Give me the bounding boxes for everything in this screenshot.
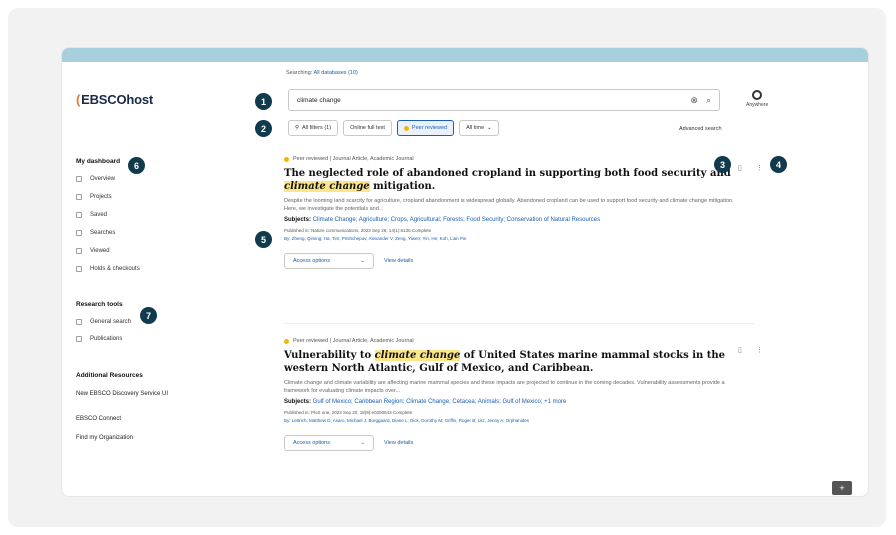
holds-icon [76,266,82,272]
result-divider [284,323,754,324]
sidebar-item-saved[interactable]: Saved [76,212,107,218]
search-icon [76,319,82,325]
resource-link-find-organization[interactable]: Find my Organization [76,434,176,442]
callout-badge: 4 [770,156,787,173]
searches-icon [76,230,82,236]
filter-icon: ⚲ [295,125,300,131]
callout-badge: 1 [255,93,272,110]
scroll-top-button[interactable]: + [832,481,852,495]
chevron-down-icon: ⌄ [360,258,365,264]
search-input[interactable]: climate change ⊗ ⌕ [288,89,720,111]
dashboard-title: My dashboard [76,158,121,165]
result-title[interactable]: The neglected role of abandoned cropland… [284,167,744,193]
research-tools-title: Research tools [76,301,123,308]
top-bar [62,48,868,62]
peer-reviewed-chip[interactable]: Peer reviewed [396,120,455,136]
sidebar-item-overview[interactable]: Overview [76,176,115,182]
result-abstract: Despite the looming land scarcity for ag… [284,198,734,212]
sidebar-item-publications[interactable]: Publications [76,336,122,342]
access-options-dropdown[interactable]: Access options ⌄ [284,253,374,269]
projects-icon [76,194,82,200]
advanced-search-link[interactable]: Advanced search [679,126,722,132]
sidebar-item-viewed[interactable]: Viewed [76,248,110,254]
result-authors[interactable]: By: Lettrich, Matthew D; Asaro, Michael … [284,418,744,423]
chevron-down-icon: ⌄ [360,440,365,446]
searching-scope: Searching: All databases (10) [286,70,358,76]
app-window: (EBSCOhost My dashboard Overview Project… [62,48,868,496]
more-options-icon[interactable]: ⋮ [756,164,763,172]
clear-icon[interactable]: ⊗ [690,95,698,106]
filter-bar: ⚲ All filters (1) Online full text Peer r… [288,120,499,136]
result-published: Published in: PloS one, 2023 Sep 20; 18(… [284,410,413,415]
result-title[interactable]: Vulnerability to climate change of Unite… [284,349,744,375]
viewed-icon [76,248,82,254]
view-details-link[interactable]: View details [384,440,413,446]
peer-reviewed-icon [284,338,289,344]
result-item: Peer reviewed | Journal Article, Academi… [284,156,744,269]
all-time-dropdown[interactable]: All time ⌄ [459,120,499,136]
callout-badge: 7 [140,307,157,324]
result-published: Published in: Nature communications, 202… [284,228,432,233]
peer-reviewed-icon [403,125,409,131]
database-scope-link[interactable]: All databases (10) [314,70,358,76]
all-filters-button[interactable]: ⚲ All filters (1) [288,120,339,136]
resource-link-ebsco-connect[interactable]: EBSCO Connect [76,415,176,423]
search-icon[interactable]: ⌕ [706,95,711,106]
callout-badge: 2 [255,120,272,137]
chevron-down-icon: ⌄ [487,125,492,131]
result-subjects: Subjects: Climate Change; Agriculture; C… [284,217,601,223]
overview-icon [76,176,82,182]
publications-icon [76,336,82,342]
sidebar-item-general-search[interactable]: General search [76,319,131,325]
callout-badge: 6 [128,157,145,174]
sidebar-item-searches[interactable]: Searches [76,230,115,236]
access-options-dropdown[interactable]: Access options ⌄ [284,435,374,451]
result-meta: Peer reviewed | Journal Article, Academi… [284,156,744,162]
ebscohost-logo[interactable]: (EBSCOhost [76,92,153,107]
additional-resources-title: Additional Resources [76,372,143,379]
result-abstract: Climate change and climate variability a… [284,380,725,394]
more-options-icon[interactable]: ⋮ [756,346,763,354]
view-details-link[interactable]: View details [384,258,413,264]
result-item: Peer reviewed | Journal Article, Academi… [284,338,744,451]
result-subjects: Subjects: Gulf of Mexico; Caribbean Regi… [284,399,567,405]
plus-icon: + [839,483,845,493]
result-actions: ▯ ⋮ [738,164,763,172]
sidebar-item-projects[interactable]: Projects [76,194,112,200]
user-icon [752,90,763,100]
callout-badge: 5 [255,231,272,248]
save-icon[interactable]: ▯ [738,346,742,354]
saved-icon [76,212,82,218]
callout-badge: 3 [714,156,731,173]
result-authors[interactable]: By: Zheng, Qiming; Ha, Tim; Prishchepov,… [284,236,744,241]
sidebar-item-holds[interactable]: Holds & checkouts [76,266,140,272]
peer-reviewed-icon [284,156,289,162]
resource-link-new-eds[interactable]: New EBSCO Discovery Service UI [76,390,176,398]
profile-button[interactable]: Anywhere [746,90,768,108]
online-full-text-chip[interactable]: Online full text [343,120,392,136]
save-icon[interactable]: ▯ [738,164,742,172]
result-actions: ▯ ⋮ [738,346,763,354]
result-meta: Peer reviewed | Journal Article, Academi… [284,338,744,344]
